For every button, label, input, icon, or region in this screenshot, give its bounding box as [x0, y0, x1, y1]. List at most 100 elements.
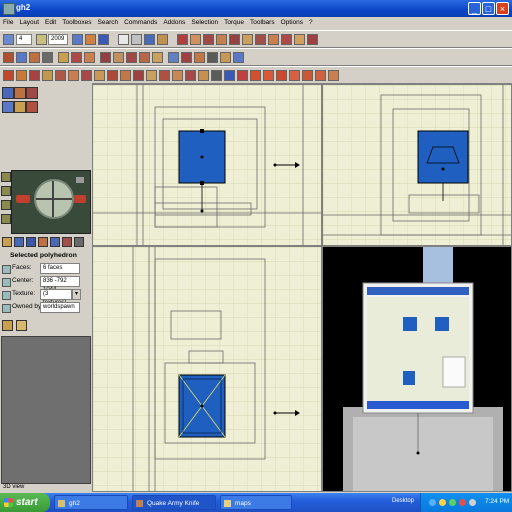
tool-icon[interactable] [315, 70, 326, 81]
tool-icon[interactable] [126, 52, 137, 63]
tool-icon[interactable] [38, 237, 48, 247]
tool-icon[interactable] [26, 101, 38, 113]
menu-toolboxes[interactable]: Toolboxes [59, 17, 94, 29]
tool-icon[interactable] [71, 52, 82, 63]
minimize-button[interactable]: _ [468, 2, 481, 15]
rotate-icon[interactable] [1, 200, 11, 210]
right-arrow-icon[interactable] [74, 195, 86, 203]
tool-icon[interactable] [26, 237, 36, 247]
menu-commands[interactable]: Commands [121, 17, 160, 29]
menu-help[interactable]: ? [306, 17, 316, 29]
menu-addons[interactable]: Addons [160, 17, 188, 29]
tool-icon[interactable] [139, 52, 150, 63]
tool-icon[interactable] [194, 52, 205, 63]
tray-icon[interactable] [449, 499, 456, 506]
tool-icon[interactable] [157, 34, 168, 45]
tool-icon[interactable] [302, 70, 313, 81]
volume-icon[interactable] [469, 499, 476, 506]
close-button[interactable]: × [496, 2, 509, 15]
tool-icon[interactable] [2, 237, 12, 247]
menu-options[interactable]: Options [278, 17, 306, 29]
tool-icon[interactable] [26, 87, 38, 99]
tool-icon[interactable] [120, 70, 131, 81]
owner-field[interactable]: worldspawn [40, 302, 80, 313]
tool-icon[interactable] [294, 34, 305, 45]
sphere-icon[interactable] [237, 70, 248, 81]
menu-selection[interactable]: Selection [188, 17, 221, 29]
grid-icon[interactable] [3, 34, 14, 45]
zoom-field[interactable]: 2009 [48, 34, 68, 45]
tool-icon[interactable] [16, 320, 27, 331]
tool-icon[interactable] [203, 34, 214, 45]
viewport-top[interactable] [92, 84, 322, 246]
tool-icon[interactable] [144, 34, 155, 45]
menu-layout[interactable]: Layout [16, 17, 42, 29]
menu-toolbars[interactable]: Toolbars [247, 17, 278, 29]
zoom-icon[interactable] [76, 177, 84, 183]
tool-icon[interactable] [307, 34, 318, 45]
menu-search[interactable]: Search [95, 17, 122, 29]
tool-icon[interactable] [172, 70, 183, 81]
tool-icon[interactable] [190, 34, 201, 45]
tool-icon[interactable] [207, 52, 218, 63]
rotate-icon[interactable] [1, 172, 11, 182]
arrow-icon[interactable] [118, 34, 129, 45]
tool-icon[interactable] [3, 70, 14, 81]
network-icon[interactable] [429, 499, 436, 506]
tool-icon[interactable] [276, 70, 287, 81]
tool-icon[interactable] [146, 70, 157, 81]
tool-icon[interactable] [185, 70, 196, 81]
tool-icon[interactable] [281, 34, 292, 45]
desktop-toolbar-label[interactable]: Desktop [392, 498, 414, 504]
tool-icon[interactable] [177, 34, 188, 45]
tool-icon[interactable] [50, 237, 60, 247]
tool-icon[interactable] [14, 237, 24, 247]
view-compass[interactable] [11, 170, 91, 234]
tool-icon[interactable] [94, 70, 105, 81]
grid-size-field[interactable]: 4 [16, 34, 32, 45]
tool-icon[interactable] [211, 70, 222, 81]
tool-icon[interactable] [68, 70, 79, 81]
tool-icon[interactable] [250, 70, 261, 81]
maximize-button[interactable]: □ [482, 2, 495, 15]
tool-icon[interactable] [62, 237, 72, 247]
viewport-side[interactable] [322, 84, 512, 246]
tool-icon[interactable] [107, 70, 118, 81]
tool-icon[interactable] [289, 70, 300, 81]
tool-icon[interactable] [58, 52, 69, 63]
clock[interactable]: 7:24 PM [485, 498, 509, 505]
tool-icon[interactable] [233, 52, 244, 63]
tool-icon[interactable] [2, 87, 14, 99]
tool-icon[interactable] [85, 34, 96, 45]
menu-file[interactable]: File [0, 17, 16, 29]
tool-icon[interactable] [100, 52, 111, 63]
chevron-down-icon[interactable]: ▾ [72, 289, 81, 300]
tool-icon[interactable] [84, 52, 95, 63]
tool-icon[interactable] [198, 70, 209, 81]
rotate-icon[interactable] [1, 214, 11, 224]
tray-icon[interactable] [439, 499, 446, 506]
arrow-icon[interactable] [131, 34, 142, 45]
viewport-3d[interactable] [322, 246, 512, 492]
tool-icon[interactable] [133, 70, 144, 81]
tool-icon[interactable] [29, 52, 40, 63]
tool-icon[interactable] [152, 52, 163, 63]
tool-icon[interactable] [168, 52, 179, 63]
tool-icon[interactable] [14, 87, 26, 99]
tool-icon[interactable] [55, 70, 66, 81]
tool-icon[interactable] [242, 34, 253, 45]
cone-icon[interactable] [263, 70, 274, 81]
tool-icon[interactable] [224, 70, 235, 81]
tool-icon[interactable] [98, 34, 109, 45]
tool-icon[interactable] [181, 52, 192, 63]
tool-icon[interactable] [3, 52, 14, 63]
tool-icon[interactable] [216, 34, 227, 45]
start-button[interactable]: start [0, 493, 50, 512]
tool-icon[interactable] [268, 34, 279, 45]
zoom-icon[interactable] [36, 34, 47, 45]
3d-view-panel[interactable] [1, 336, 91, 484]
menu-torque[interactable]: Torque [221, 17, 247, 29]
tool-icon[interactable] [16, 52, 27, 63]
tool-icon[interactable] [29, 70, 40, 81]
tool-icon[interactable] [14, 101, 26, 113]
